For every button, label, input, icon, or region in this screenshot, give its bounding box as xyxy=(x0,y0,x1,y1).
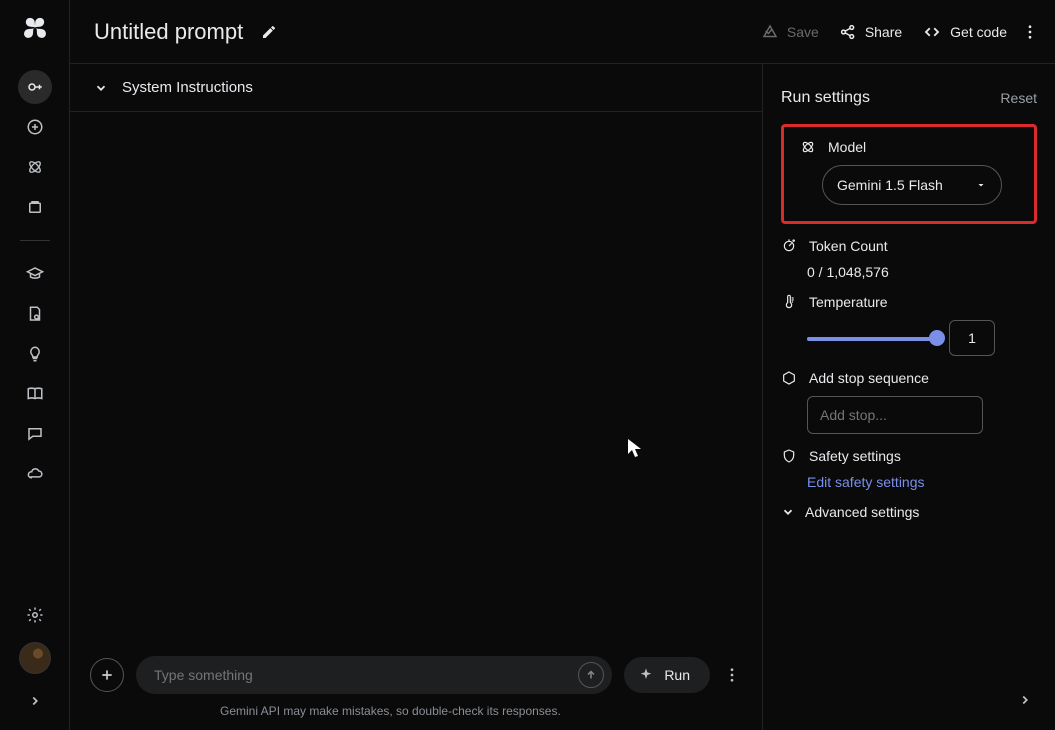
advanced-label: Advanced settings xyxy=(805,504,919,520)
run-button[interactable]: Run xyxy=(624,657,710,693)
sidebar-item-cloud[interactable] xyxy=(18,457,52,491)
sidebar-item-education[interactable] xyxy=(18,257,52,291)
sidebar-item-chat[interactable] xyxy=(18,417,52,451)
token-value: 0 / 1,048,576 xyxy=(807,264,1037,280)
sidebar-item-settings[interactable] xyxy=(18,598,52,632)
settings-expand-button[interactable] xyxy=(1011,686,1039,714)
model-select[interactable]: Gemini 1.5 Flash xyxy=(822,165,1002,205)
model-section-highlight: Model Gemini 1.5 Flash xyxy=(781,124,1037,224)
top-bar: Untitled prompt Save Share Get code xyxy=(70,0,1055,64)
sidebar-item-doc-search[interactable] xyxy=(18,297,52,331)
mouse-cursor-icon xyxy=(628,439,642,457)
sidebar-item-key[interactable] xyxy=(18,70,52,104)
model-label: Model xyxy=(828,139,866,155)
sidebar-collapse[interactable] xyxy=(18,684,52,718)
thermometer-icon xyxy=(781,294,797,310)
sidebar-item-idea[interactable] xyxy=(18,337,52,371)
sidebar-divider xyxy=(20,240,50,241)
share-label: Share xyxy=(865,24,902,40)
share-button[interactable]: Share xyxy=(829,17,912,47)
left-sidebar xyxy=(0,0,70,730)
stop-sequence-input[interactable] xyxy=(807,396,983,434)
more-menu-button[interactable] xyxy=(1017,17,1043,47)
caret-down-icon xyxy=(975,179,987,191)
run-more-button[interactable] xyxy=(722,666,742,684)
add-attachment-button[interactable] xyxy=(90,658,124,692)
app-logo xyxy=(20,12,50,42)
hexagon-icon xyxy=(781,370,797,386)
shield-icon xyxy=(781,448,797,464)
temperature-label: Temperature xyxy=(809,294,888,310)
chevron-down-icon xyxy=(94,81,108,95)
atom-icon xyxy=(800,139,816,155)
share-icon xyxy=(839,23,857,41)
run-settings-title: Run settings xyxy=(781,89,870,107)
sparkle-icon xyxy=(638,667,654,683)
reset-button[interactable]: Reset xyxy=(1000,90,1037,106)
run-label: Run xyxy=(664,667,690,683)
safety-label: Safety settings xyxy=(809,448,901,464)
get-code-label: Get code xyxy=(950,24,1007,40)
avatar[interactable] xyxy=(19,642,51,674)
sidebar-item-stack[interactable] xyxy=(18,190,52,224)
advanced-settings-toggle[interactable]: Advanced settings xyxy=(781,504,1037,520)
chevron-down-icon xyxy=(781,505,795,519)
save-icon xyxy=(761,23,779,41)
model-value: Gemini 1.5 Flash xyxy=(837,177,943,193)
edit-safety-link[interactable]: Edit safety settings xyxy=(807,474,1037,490)
code-icon xyxy=(922,23,942,41)
sidebar-item-new[interactable] xyxy=(18,110,52,144)
page-title: Untitled prompt xyxy=(94,19,243,45)
system-instructions-toggle[interactable]: System Instructions xyxy=(70,64,762,112)
token-icon xyxy=(781,238,797,254)
send-up-button[interactable] xyxy=(578,662,604,688)
edit-title-button[interactable] xyxy=(255,18,283,46)
save-label: Save xyxy=(787,24,819,40)
footer-note: Gemini API may make mistakes, so double-… xyxy=(70,700,762,730)
token-label: Token Count xyxy=(809,238,888,254)
sidebar-item-atom[interactable] xyxy=(18,150,52,184)
prompt-canvas[interactable] xyxy=(70,112,762,642)
temperature-input[interactable]: 1 xyxy=(949,320,995,356)
sidebar-item-book[interactable] xyxy=(18,377,52,411)
get-code-button[interactable]: Get code xyxy=(912,17,1017,47)
temperature-slider[interactable] xyxy=(807,330,937,346)
system-instructions-label: System Instructions xyxy=(122,79,253,96)
run-settings-panel: Run settings Reset Model Gemini 1.5 Flas… xyxy=(763,64,1055,730)
save-button[interactable]: Save xyxy=(751,17,829,47)
stop-label: Add stop sequence xyxy=(809,370,929,386)
prompt-input[interactable] xyxy=(136,656,612,694)
